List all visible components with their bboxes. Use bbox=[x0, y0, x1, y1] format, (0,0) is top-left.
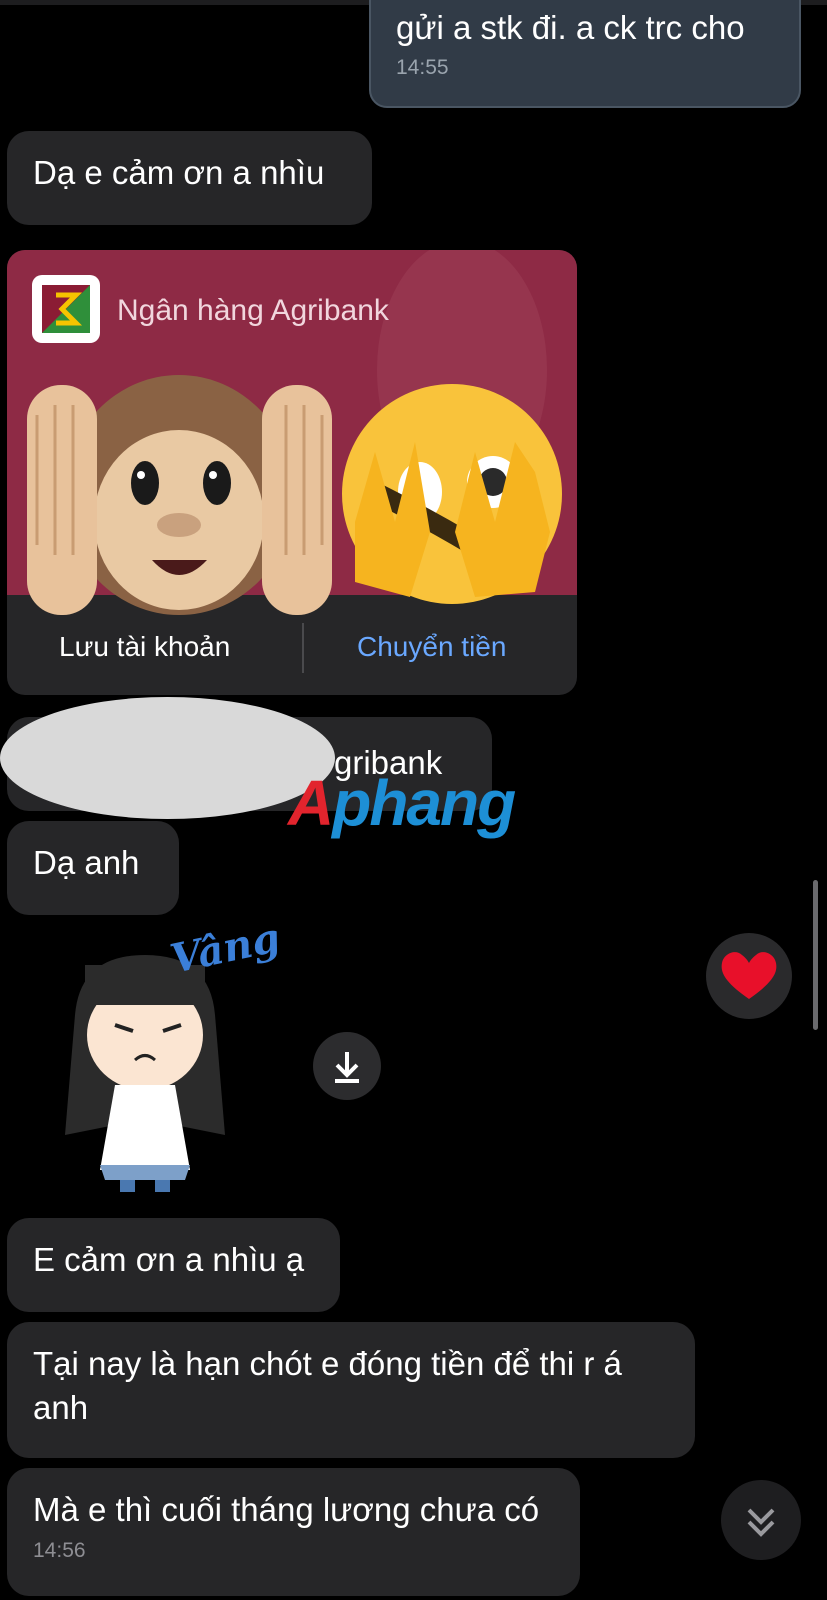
download-icon bbox=[335, 1052, 359, 1083]
message-text: Dạ e cảm ơn a nhìu bbox=[33, 154, 325, 191]
message-text: Tại nay là hạn chót e đóng tiền để thi r… bbox=[33, 1345, 622, 1426]
action-divider bbox=[302, 623, 304, 673]
incoming-message-bubble[interactable]: Mà e thì cuối tháng lương chưa có 14:56 bbox=[7, 1468, 580, 1596]
scroll-to-bottom-button[interactable] bbox=[721, 1480, 801, 1560]
message-text: Dạ anh bbox=[33, 844, 140, 881]
double-chevron-down-icon bbox=[747, 1508, 775, 1537]
message-text: E cảm ơn a nhìu ạ bbox=[33, 1241, 305, 1278]
scrollbar[interactable] bbox=[813, 880, 818, 1030]
download-sticker-button[interactable] bbox=[313, 1032, 381, 1100]
message-time: 14:56 bbox=[33, 1539, 86, 1562]
heart-icon bbox=[721, 952, 777, 999]
message-text: Mà e thì cuối tháng lương chưa có bbox=[33, 1491, 540, 1528]
watermark-letter: A bbox=[288, 767, 334, 839]
incoming-message-bubble[interactable]: E cảm ơn a nhìu ạ bbox=[7, 1218, 340, 1312]
sticker-message[interactable]: Vâng bbox=[55, 914, 295, 1195]
incoming-message-bubble[interactable]: Dạ anh bbox=[7, 821, 179, 915]
outgoing-message-bubble[interactable]: gửi a stk đi. a ck trc cho 14:55 bbox=[369, 0, 801, 108]
incoming-message-bubble[interactable]: Dạ e cảm ơn a nhìu bbox=[7, 131, 372, 225]
transfer-money-button[interactable]: Chuyển tiền bbox=[357, 631, 506, 663]
bank-name: Ngân hàng Agribank bbox=[117, 294, 389, 327]
heart-reaction-button[interactable] bbox=[706, 933, 792, 1019]
incoming-message-bubble[interactable]: Tại nay là hạn chót e đóng tiền để thi r… bbox=[7, 1322, 695, 1458]
face-covering-eyes-icon bbox=[342, 384, 562, 604]
monkey-covering-ears-icon bbox=[27, 375, 332, 615]
agribank-logo-icon bbox=[32, 275, 100, 343]
redaction-blur bbox=[0, 697, 335, 819]
save-account-button[interactable]: Lưu tài khoản bbox=[59, 631, 230, 663]
watermark: Aphang bbox=[288, 767, 516, 839]
message-text: gửi a stk đi. a ck trc cho bbox=[396, 9, 745, 46]
watermark-text: phang bbox=[332, 767, 516, 839]
message-time: 14:55 bbox=[396, 56, 449, 79]
